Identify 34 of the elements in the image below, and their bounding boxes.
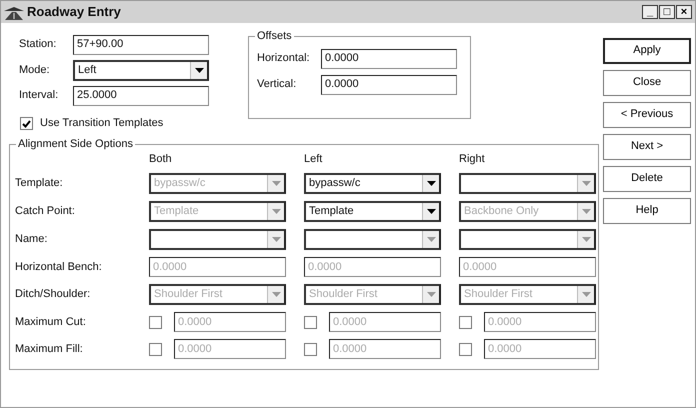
input-field[interactable]: 25.0000 [73,86,209,106]
column-header: Right [459,153,485,166]
column-header: Left [304,153,322,166]
window-title: Roadway Entry [27,4,121,20]
field-label: Interval: [19,89,60,103]
row-label: Horizontal Bench: [15,260,102,274]
dialog-button[interactable]: Close [603,70,691,96]
close-button[interactable]: × [676,5,692,19]
dialog-button[interactable]: Help [603,198,691,224]
dialog-button[interactable]: < Previous [603,102,691,128]
field-label: Station: [19,38,58,52]
field-label: Vertical: [257,78,298,92]
dropdown-field[interactable]: Template [304,201,441,222]
maximize-button[interactable]: □ [659,5,675,19]
row-label: Template: [15,177,63,190]
dropdown-field[interactable]: bypassw/c [304,173,441,194]
row-label: Maximum Cut: [15,316,86,329]
dialog-button[interactable]: Apply [603,38,691,64]
row-label: Ditch/Shoulder: [15,288,90,302]
row-label: Maximum Fill: [15,342,83,356]
column-header: Both [149,153,172,166]
minimize-button[interactable]: _ [642,5,658,19]
dropdown-field[interactable]: Left [73,60,209,81]
field-label: Mode: [19,64,51,78]
input-field[interactable]: 0.0000 [321,75,457,95]
input-field[interactable]: 57+90.00 [73,35,209,55]
row-label: Name: [15,233,48,246]
dialog-button[interactable]: Delete [603,166,691,192]
dialog-button[interactable]: Next > [603,134,691,160]
field-label: Horizontal: [257,52,311,66]
checkbox-label: Use Transition Templates [40,117,164,130]
input-field[interactable]: 0.0000 [321,49,457,69]
group-title: Alignment Side Options [16,137,135,152]
row-label: Catch Point: [15,205,75,218]
